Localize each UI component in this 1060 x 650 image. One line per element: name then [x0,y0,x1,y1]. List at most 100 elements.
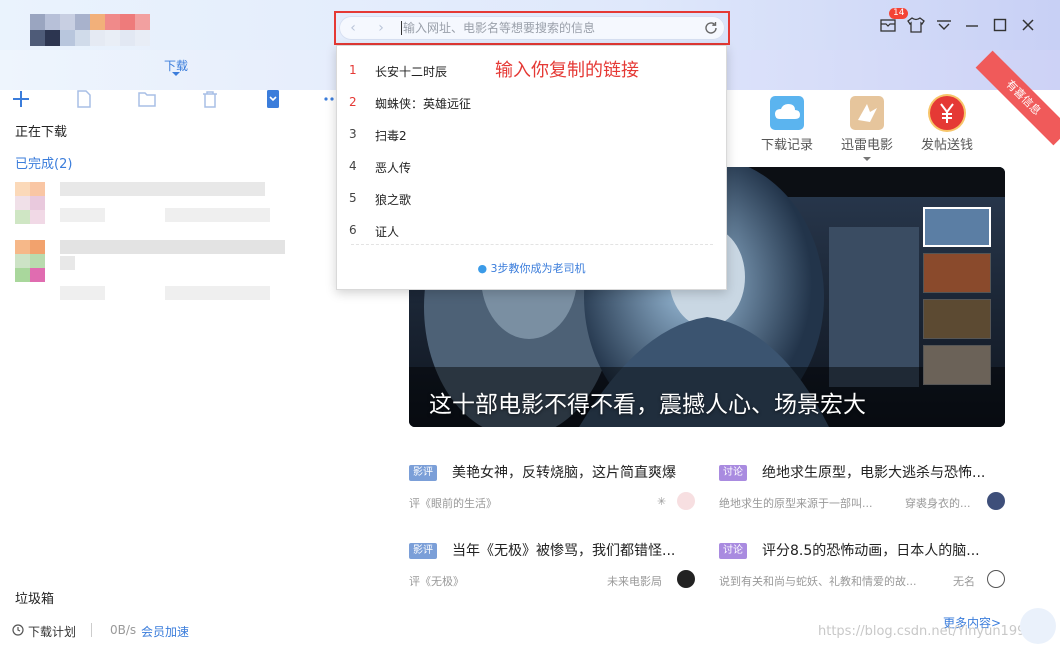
minimize-icon[interactable] [958,12,986,38]
sparkle-icon: ✳ [657,495,667,508]
download-plan-link[interactable]: 下载计划 [28,623,76,640]
file-size-redacted [60,286,105,300]
suggestion-title: 证人 [375,225,400,239]
skin-icon[interactable] [902,12,930,38]
lightbulb-icon: ● [477,262,488,275]
suggestion-item[interactable]: 5 狼之歌 [337,182,726,214]
article-subtitle: 评《无极》 [409,575,464,588]
url-input[interactable] [403,19,693,37]
user-account-mosaic[interactable] [30,14,150,46]
suggestion-title: 恶人传 [375,161,412,175]
chevron-right-icon[interactable]: › [373,20,389,36]
new-file-icon[interactable] [73,88,95,110]
banner-thumb[interactable] [923,345,991,385]
article-card[interactable]: 讨论 绝地求生原型，电影大逃杀与恐怖... 绝地求生的原型来源于一部叫... 穿… [719,462,1019,522]
file-thumbnail [15,182,45,224]
url-bar[interactable]: ‹ › [339,16,725,40]
file-name-redacted [60,256,75,270]
suggestion-item[interactable]: 3 扫毒2 [337,118,726,150]
suggestion-item[interactable]: 6 证人 [337,214,726,246]
delete-icon[interactable] [199,88,221,110]
suggestion-rank: 1 [349,63,357,77]
discussion-tag: 讨论 [719,543,747,559]
article-card[interactable]: 影评 当年《无极》被惨骂，我们都错怪... 评《无极》 未来电影局 [409,540,709,600]
file-thumbnail [15,240,45,282]
article-title[interactable]: 评分8.5的恐怖动画，日本人的脑... [762,540,1012,560]
article-author[interactable]: 未来电影局 [607,573,662,589]
suggestion-rank: 2 [349,95,357,109]
completed-label[interactable]: 已完成(2) [15,153,72,172]
article-title[interactable]: 当年《无极》被惨骂，我们都错怪... [452,540,702,560]
article-subtitle: 说到有关和尚与蛇妖、礼教和情爱的故... [719,575,917,588]
suggestion-rank: 3 [349,127,357,141]
quick-link-label: 迅雷电影 [840,138,893,153]
close-icon[interactable] [1014,12,1042,38]
article-title[interactable]: 美艳女神，反转烧脑，这片简直爽爆 [452,462,702,482]
refresh-icon[interactable] [703,20,719,36]
chevron-down-icon[interactable] [863,157,871,161]
discussion-tag: 讨论 [719,465,747,481]
suggestion-title: 长安十二时辰 [375,65,448,79]
review-tag: 影评 [409,543,437,559]
divider [91,623,92,637]
suggestion-title: 扫毒2 [375,129,407,143]
file-name-redacted [60,182,265,196]
cloud-icon [770,96,804,130]
file-size-redacted [60,208,105,222]
tab-indicator-icon [172,72,180,76]
list-item[interactable] [0,180,340,226]
speed-readout: 0B/s [110,623,137,637]
vip-accelerate-link[interactable]: 会员加速 [141,623,189,640]
article-author[interactable]: 穿裘身衣的... [905,495,981,511]
banner-thumb[interactable] [923,207,991,247]
maximize-icon[interactable] [986,12,1014,38]
banner-thumb[interactable] [923,299,991,339]
suggestion-rank: 6 [349,223,357,237]
user-icon[interactable] [987,570,1005,588]
chevron-left-icon[interactable]: ‹ [345,20,361,36]
avatar[interactable] [677,570,695,588]
tutorial-link[interactable]: ● 3步教你成为老司机 [337,260,726,276]
banner-thumb[interactable] [923,253,991,293]
url-bar-highlight: ‹ › [334,11,730,45]
suggestion-title: 狼之歌 [375,193,412,207]
article-subtitle: 评《眼前的生活》 [409,497,497,510]
list-item[interactable] [0,240,340,302]
file-date-redacted [165,286,270,300]
file-date-redacted [165,208,270,222]
avatar[interactable] [677,492,695,510]
movie-bird-icon [850,96,884,130]
downloading-label[interactable]: 正在下载 [15,121,67,140]
menu-icon[interactable] [930,12,958,38]
yuan-icon [930,96,964,130]
text-caret [401,21,402,35]
quick-link-download-history[interactable]: 下载记录 [752,96,822,153]
suggestion-rank: 4 [349,159,357,173]
window-controls: 14 [874,8,1042,38]
folder-icon[interactable] [136,88,158,110]
tutorial-link-label: 3步教你成为老司机 [490,262,586,275]
article-author[interactable]: 无名 [953,573,975,589]
article-card[interactable]: 影评 美艳女神，反转烧脑，这片简直爽爆 评《眼前的生活》 ✳ [409,462,709,522]
quick-link-post-reward[interactable]: 发帖送钱 [912,96,982,153]
suggestion-rank: 5 [349,191,357,205]
article-card[interactable]: 讨论 评分8.5的恐怖动画，日本人的脑... 说到有关和尚与蛇妖、礼教和情爱的故… [719,540,1019,600]
plus-icon[interactable] [10,88,32,110]
phone-icon[interactable] [262,88,284,110]
quick-link-xunlei-movie[interactable]: 迅雷电影 [832,96,902,161]
divider [351,244,713,245]
article-title[interactable]: 绝地求生原型，电影大逃杀与恐怖... [762,462,1012,482]
quick-link-label: 发帖送钱 [920,138,973,153]
resize-grip-icon[interactable] [1020,608,1056,644]
clock-icon[interactable] [12,624,24,636]
suggestion-item[interactable]: 4 恶人传 [337,150,726,182]
file-name-redacted [60,240,285,254]
avatar[interactable] [987,492,1005,510]
watermark: https://blog.csdn.net/Yinyun1996 [818,624,1034,639]
article-subtitle: 绝地求生的原型来源于一部叫... [719,497,873,510]
banner-thumbnails [923,207,993,391]
suggestion-item[interactable]: 2 蜘蛛侠：英雄远征 [337,86,726,118]
trash-label[interactable]: 垃圾箱 [15,588,54,607]
download-toolbar [0,86,345,114]
message-icon[interactable]: 14 [874,8,909,38]
